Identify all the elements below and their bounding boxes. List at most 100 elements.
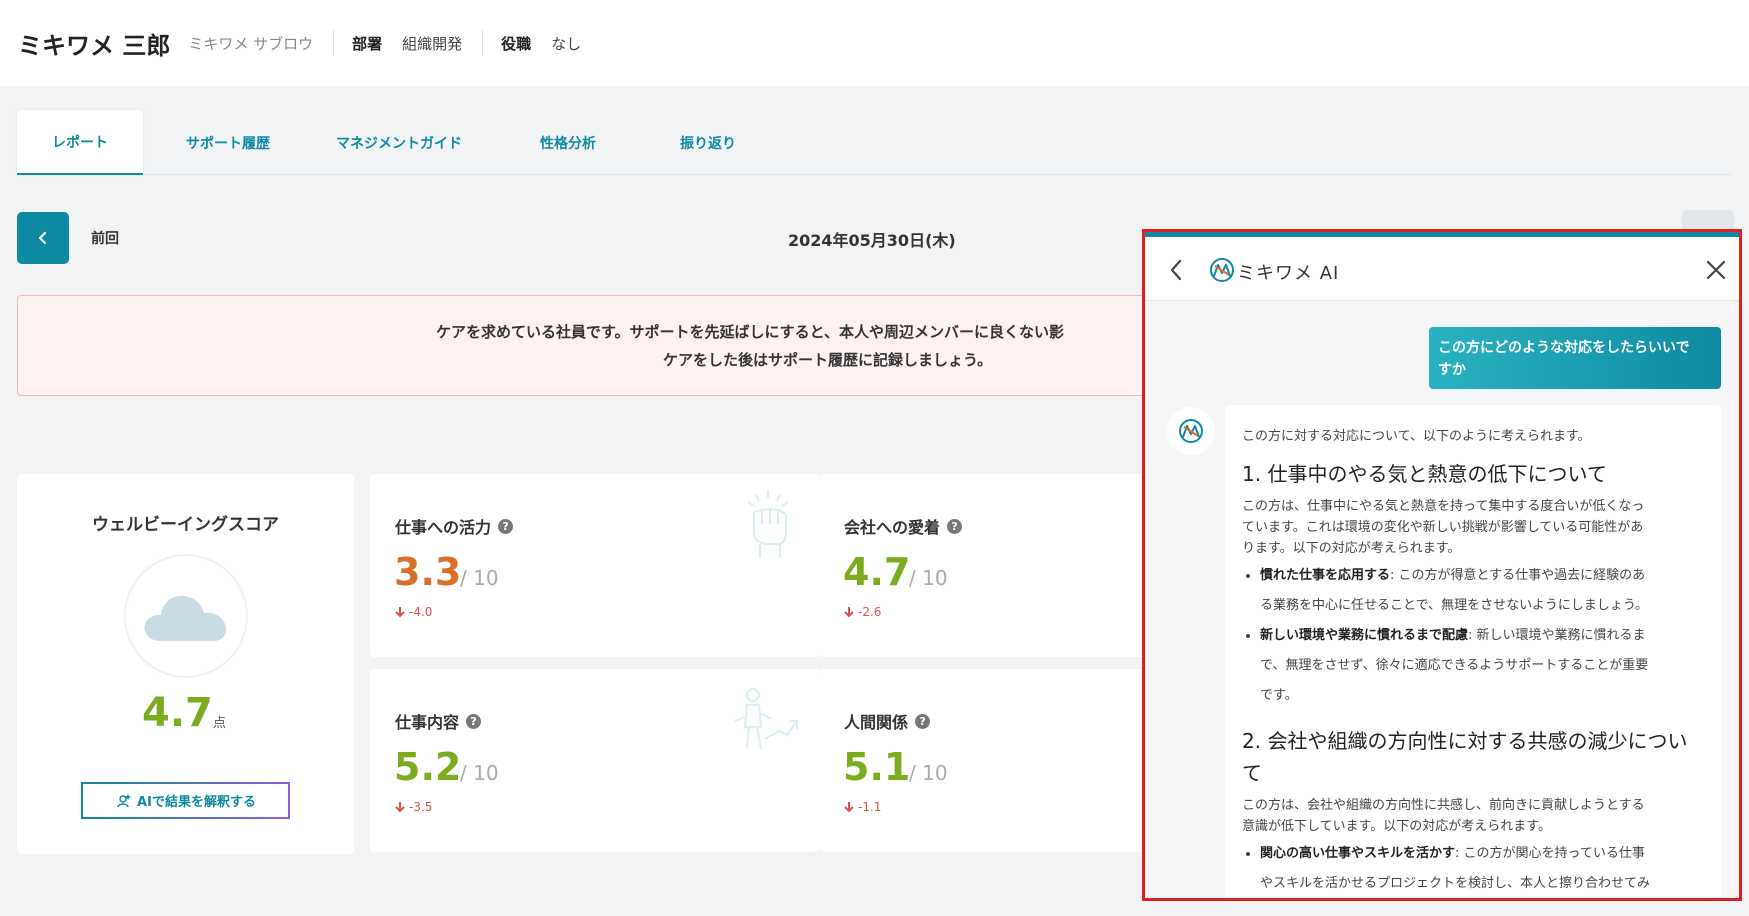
- mikiwame-logo-icon: [1210, 258, 1234, 282]
- suggestion-text: : この方が得意とする仕事や過去に経験のあ: [1390, 568, 1646, 583]
- divider: [482, 30, 484, 56]
- help-icon[interactable]: ?: [466, 713, 482, 729]
- metric-delta: -2.6: [844, 605, 881, 619]
- metric-value: 5.1: [843, 745, 911, 789]
- ai-chat-panel: ミキワメ AI この方にどのような対応をしたらいいで すか この方に対する対応に…: [1142, 229, 1742, 901]
- weather-badge: [124, 554, 248, 678]
- fist-icon: [747, 490, 789, 558]
- ai-interpret-label: AIで結果を解釈する: [137, 795, 256, 810]
- user-message-line: この方にどのような対応をしたらいいで: [1438, 340, 1690, 356]
- metric-card-work-vigor: 仕事への活力? 3.3 / 10 -4.0: [370, 474, 819, 657]
- user-message-line: すか: [1438, 362, 1466, 378]
- report-date: 2024年05月30日(木): [788, 231, 956, 250]
- department-value: 組織開発: [402, 34, 463, 53]
- previous-button[interactable]: [17, 212, 69, 264]
- suggestion-text: です。: [1260, 688, 1298, 703]
- suggestion-list: 慣れた仕事を応用する: この方が得意とする仕事や過去に経験のあ る業務を中心に任…: [1242, 561, 1701, 711]
- metric-title: 仕事内容?: [395, 709, 482, 733]
- suggestion-text: る業務を中心に任せることで、無理をさせないようにしましょう。: [1260, 598, 1649, 613]
- alert-text-line2: ケアをした後はサポート履歴に記録しましょう。: [663, 351, 993, 369]
- suggestion-text: で、無理をさせず、徐々に適応できるようサポートすることが重要: [1260, 658, 1649, 673]
- paragraph-line: この方は、仕事中にやる気と熱意を持って集中する度合いが低くなっ: [1242, 499, 1645, 514]
- metric-title: 仕事への活力?: [395, 514, 514, 538]
- arrow-down-icon: [395, 802, 405, 813]
- metric-value: 4.7: [843, 550, 911, 594]
- arrow-down-icon: [844, 607, 854, 618]
- metric-title-text: 人間関係: [844, 713, 909, 732]
- metric-denominator: / 10: [909, 761, 948, 785]
- metric-title: 会社への愛着?: [844, 514, 963, 538]
- tab-bar: レポート サポート履歴 マネジメントガイド 性格分析 振り返り: [17, 110, 1732, 175]
- heading-line: て: [1242, 761, 1262, 785]
- ai-interpret-button[interactable]: AIで結果を解釈する: [81, 782, 290, 819]
- position-value: なし: [551, 34, 582, 53]
- suggestion-text: やスキルを活かせるプロジェクトを検討し、本人と擦り合わせてみ: [1260, 876, 1651, 891]
- alert-text-line1: ケアを求めている社員です。サポートを先延ばしにすると、本人や周辺メンバーに良くな…: [436, 323, 1065, 341]
- department-label: 部署: [352, 34, 383, 53]
- paragraph-line: 意識が低下しています。以下の対応が考えられます。: [1242, 819, 1552, 834]
- wellbeing-unit: 点: [213, 716, 227, 731]
- wellbeing-title: ウェルビーイングスコア: [92, 515, 279, 535]
- arrow-down-icon: [844, 802, 854, 813]
- metric-card-job-content: 仕事内容? 5.2 / 10 -3.5: [370, 669, 819, 852]
- section-paragraph: この方は、仕事中にやる気と熱意を持って集中する度合いが低くなっ ています。これは…: [1242, 496, 1701, 559]
- suggestion-title: 新しい環境や業務に慣れるまで配慮: [1260, 628, 1469, 643]
- suggestion-item: 慣れた仕事を応用する: この方が得意とする仕事や過去に経験のあ る業務を中心に任…: [1260, 561, 1701, 621]
- suggestion-item: 新しい環境や業務に慣れるまで配慮: 新しい環境や業務に慣れるま で、無理をさせず…: [1260, 621, 1701, 711]
- metric-delta-value: -2.6: [858, 605, 882, 619]
- tab-management-guide[interactable]: マネジメントガイド: [307, 110, 491, 175]
- metric-delta: -3.5: [395, 800, 432, 814]
- section-heading: 2. 会社や組織の方向性に対する共感の減少につい て: [1242, 725, 1701, 789]
- employee-name-kana: ミキワメ サブロウ: [188, 34, 314, 53]
- paragraph-line: この方は、会社や組織の方向性に共感し、前向きに貢献しようとする: [1242, 798, 1645, 813]
- wellbeing-score: 4.7: [142, 690, 213, 736]
- employee-name: ミキワメ 三郎: [18, 31, 171, 60]
- metric-value: 3.3: [394, 550, 462, 594]
- suggestion-text: : 新しい環境や業務に慣れるま: [1468, 628, 1646, 643]
- paragraph-line: ります。以下の対応が考えられます。: [1242, 541, 1461, 556]
- employee-header: ミキワメ 三郎 ミキワメ サブロウ 部署 組織開発 役職 なし: [0, 0, 1749, 86]
- ai-panel-header: ミキワメ AI: [1145, 237, 1739, 301]
- previous-label: 前回: [91, 231, 119, 247]
- tab-reflection[interactable]: 振り返り: [645, 110, 771, 175]
- metric-title-text: 会社への愛着: [844, 518, 941, 537]
- metric-delta-value: -4.0: [409, 605, 433, 619]
- metric-title-text: 仕事内容: [395, 713, 460, 732]
- metric-delta: -1.1: [844, 800, 881, 814]
- mikiwame-logo-icon: [1179, 419, 1203, 443]
- arrow-down-icon: [395, 607, 405, 618]
- paragraph-line: ています。これは環境の変化や新しい挑戦が影響している可能性があ: [1242, 520, 1644, 535]
- ai-panel-title: ミキワメ AI: [1237, 263, 1340, 284]
- metric-delta: -4.0: [395, 605, 432, 619]
- metric-denominator: / 10: [909, 566, 948, 590]
- chevron-left-icon[interactable]: [1169, 259, 1183, 281]
- metric-title-text: 仕事への活力: [395, 518, 492, 537]
- ai-response-bubble: この方に対する対応について、以下のように考えられます。 1. 仕事中のやる気と熱…: [1225, 405, 1721, 898]
- ai-response-intro: この方に対する対応について、以下のように考えられます。: [1242, 429, 1591, 444]
- tab-report[interactable]: レポート: [17, 110, 143, 175]
- tab-support-history[interactable]: サポート履歴: [165, 110, 291, 175]
- metric-delta-value: -1.1: [858, 800, 882, 814]
- help-icon[interactable]: ?: [947, 518, 963, 534]
- sparkle-person-icon: [117, 793, 132, 807]
- metric-value: 5.2: [394, 745, 462, 789]
- divider: [333, 30, 335, 56]
- help-icon[interactable]: ?: [915, 713, 931, 729]
- suggestion-list: 関心の高い仕事やスキルを活かす: この方が関心を持っている仕事 やスキルを活かせ…: [1242, 839, 1701, 898]
- close-icon[interactable]: [1706, 260, 1726, 280]
- help-icon[interactable]: ?: [498, 518, 514, 534]
- metric-denominator: / 10: [460, 566, 499, 590]
- cloud-icon: [144, 595, 227, 641]
- metric-denominator: / 10: [460, 761, 499, 785]
- suggestion-text: : この方が関心を持っている仕事: [1455, 846, 1645, 861]
- suggestion-item: 関心の高い仕事やスキルを活かす: この方が関心を持っている仕事 やスキルを活かせ…: [1260, 839, 1701, 898]
- section-heading: 1. 仕事中のやる気と熱意の低下について: [1242, 462, 1607, 486]
- ai-avatar: [1167, 407, 1215, 455]
- section-paragraph: この方は、会社や組織の方向性に共感し、前向きに貢献しようとする 意識が低下してい…: [1242, 795, 1701, 837]
- tab-personality-analysis[interactable]: 性格分析: [505, 110, 631, 175]
- wellbeing-card: ウェルビーイングスコア 4.7 点 AIで結果を解釈する: [17, 474, 354, 854]
- user-message-bubble: この方にどのような対応をしたらいいで すか: [1429, 327, 1721, 389]
- suggestion-title: 慣れた仕事を応用する: [1260, 568, 1391, 583]
- metric-title: 人間関係?: [844, 709, 931, 733]
- suggestion-title: 関心の高い仕事やスキルを活かす: [1260, 846, 1456, 861]
